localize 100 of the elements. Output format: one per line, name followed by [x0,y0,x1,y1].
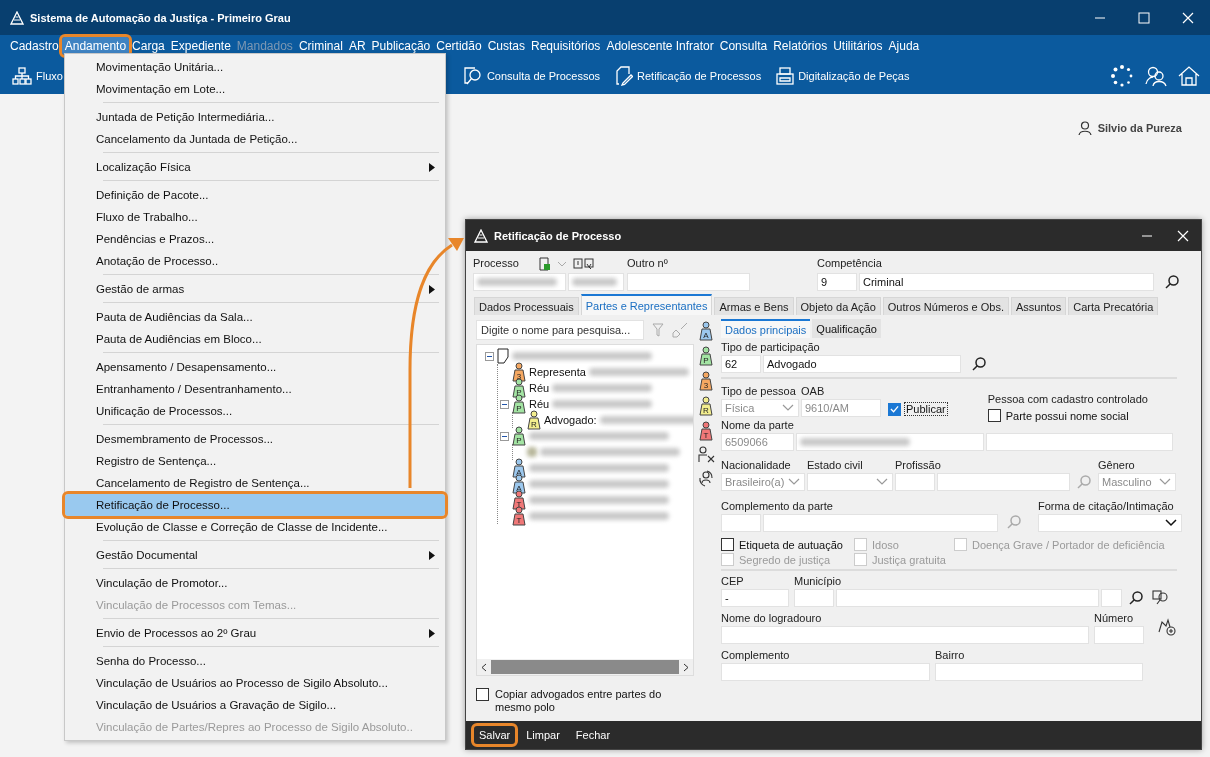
dialog-button[interactable]: Salvar [474,726,516,744]
menu-item[interactable]: Definição de Pacote... [65,184,445,206]
menu-item[interactable]: Carga [129,37,168,55]
menu-item[interactable]: Criminal [295,37,346,55]
menu-item[interactable]: Movimentação em Lote... [65,78,445,100]
menu-item[interactable]: Fluxo de Trabalho... [65,206,445,228]
menu-item[interactable]: Consulta [716,37,771,55]
expander-icon[interactable] [485,351,494,361]
menu-item[interactable]: Pauta de Audiências em Bloco... [65,328,445,350]
search-field[interactable]: Digite o nome para pesquisa... [476,320,644,340]
tab[interactable]: Partes e Representantes [580,294,713,315]
brush-icon[interactable] [672,322,688,338]
search-icon[interactable] [971,356,987,372]
text-field[interactable] [721,663,930,681]
tab[interactable]: Carta Precatória [1068,297,1159,315]
scanner-icon[interactable] [776,66,795,85]
tab[interactable]: Dados Processuais [474,297,579,315]
map-search-icon[interactable] [1152,589,1170,607]
toolbar-button[interactable]: Digitalização de Peças [798,69,910,82]
text-field[interactable] [473,273,566,291]
note-icon[interactable] [573,257,595,270]
text-field[interactable] [568,273,624,291]
checkbox-label[interactable]: Parte possui nome social [1005,409,1129,422]
maximize-icon[interactable] [1138,11,1150,24]
text-field[interactable] [836,589,1099,607]
toolbar-button[interactable]: Retificação de Processos [637,69,762,82]
menu-item[interactable]: Publicação [368,37,434,55]
menu-item[interactable]: Desmembramento de Processos... [65,428,445,450]
text-field[interactable] [935,663,1143,681]
new-document-icon[interactable] [539,256,551,271]
search-icon[interactable] [1128,590,1144,606]
users-icon[interactable] [1144,64,1168,87]
hierarchy-icon[interactable] [12,66,32,85]
text-field[interactable] [1094,626,1144,644]
menu-item[interactable]: Vinculação de Usuários ao Processo de Sigilo Absoluto... [65,672,445,694]
text-field[interactable]: 62 [721,355,761,373]
tree-label[interactable]: Representa [529,366,586,378]
text-field[interactable] [937,473,1070,491]
text-field[interactable]: - [721,589,789,607]
checkbox[interactable] [888,402,901,416]
menu-item[interactable]: Expediente [167,37,234,55]
checkbox[interactable] [476,688,489,701]
menu-item[interactable]: Utilitários [830,37,886,55]
search-document-icon[interactable] [462,65,483,86]
expander-icon[interactable] [500,431,509,441]
menu-item[interactable]: Cancelamento de Registro de Sentença... [65,472,445,494]
menu-item[interactable]: Adolescente Infrator [603,37,717,55]
tab[interactable]: Assuntos [1010,297,1067,315]
tab[interactable]: Qualificação [812,319,881,338]
menu-item[interactable]: Cancelamento da Juntada de Petição... [65,128,445,150]
tree-label[interactable]: Réu [529,382,550,394]
menu-item[interactable]: Ajuda [885,37,923,55]
tree-label[interactable]: Advogado: [544,414,597,426]
search-icon[interactable] [1164,274,1180,290]
menu-item[interactable]: Unificação de Processos... [65,400,445,422]
menu-item[interactable]: Cadastro [7,37,62,55]
toolbar-button[interactable]: Fluxo [36,69,63,82]
home-icon[interactable] [1178,64,1200,87]
menu-item[interactable]: Relatórios [770,37,831,55]
text-field[interactable] [721,514,761,532]
tab[interactable]: Outros Números e Obs. [882,297,1009,315]
checkbox-label[interactable]: Publicar [904,402,948,416]
text-field[interactable]: Criminal [859,273,1154,291]
dialog-button[interactable]: Fechar [570,726,616,744]
toolbar-button[interactable]: Consulta de Processos [486,69,601,82]
checkbox-label[interactable]: Etiqueta de autuação [739,538,843,551]
checkbox[interactable] [721,538,734,551]
pencil-document-icon[interactable] [615,65,634,86]
chevron-down-icon[interactable] [557,259,567,268]
menu-item[interactable]: Evolução de Classe e Correção de Classe de Incidente... [65,516,445,538]
tab[interactable]: Objeto da Ação [795,297,881,315]
text-field[interactable] [986,433,1173,451]
remove-person-icon[interactable] [697,446,715,464]
menu-item[interactable]: Entranhamento / Desentranhamento... [65,378,445,400]
expander-icon[interactable] [500,399,509,409]
close-icon[interactable] [1177,229,1189,242]
tab[interactable]: Dados principais [721,319,811,338]
menu-item[interactable]: Senha do Processo... [65,650,445,672]
horizontal-scrollbar[interactable] [477,659,693,675]
filter-icon[interactable] [652,323,664,337]
menu-item[interactable]: Certidão [433,37,485,55]
menu-item[interactable]: Vinculação de Usuários a Gravação de Sigilo... [65,694,445,716]
menu-item[interactable]: Movimentação Unitária... [65,56,445,78]
text-field[interactable] [1101,589,1122,607]
menu-item[interactable]: Anotação de Processo.. [65,250,445,272]
menu-item[interactable]: Localização Física [65,156,445,178]
scroll-right-icon[interactable] [683,662,689,672]
menu-item[interactable]: Pendências e Prazos... [65,228,445,250]
menu-item[interactable]: Gestão Documental [65,544,445,566]
menu-item[interactable]: Requisitórios [528,37,604,55]
tab[interactable]: Armas e Bens [714,297,794,315]
menu-item[interactable]: Envio de Processos ao 2º Grau [65,622,445,644]
checkbox[interactable] [987,409,1001,422]
menu-item[interactable]: Custas [484,37,528,55]
menu-item[interactable]: Pauta de Audiências da Sala... [65,306,445,328]
menu-item[interactable]: Registro de Sentença... [65,450,445,472]
text-field[interactable] [794,589,834,607]
text-field[interactable] [763,514,998,532]
scroll-left-icon[interactable] [481,662,487,672]
menu-item[interactable]: Gestão de armas [65,278,445,300]
